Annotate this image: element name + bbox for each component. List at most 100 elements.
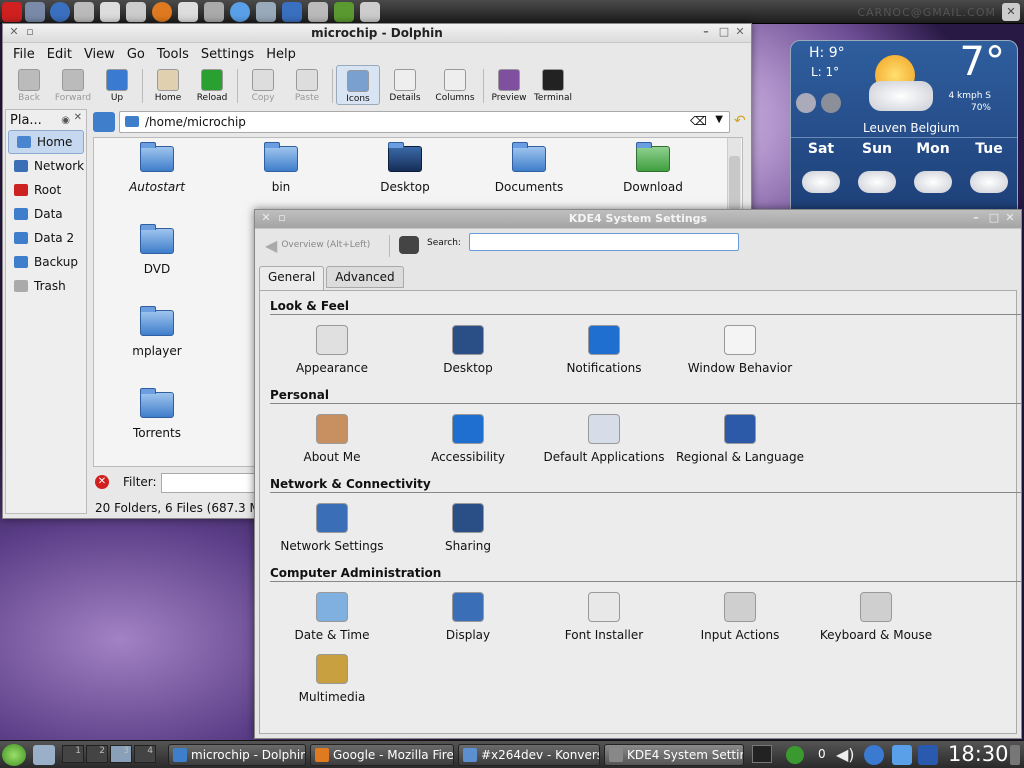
folder-item[interactable]: mplayer bbox=[102, 306, 212, 358]
kde-icon[interactable] bbox=[282, 2, 302, 22]
tools-icon[interactable]: ✕ bbox=[259, 211, 273, 225]
close-filter-icon[interactable]: ✕ bbox=[95, 475, 109, 489]
reload-button[interactable]: Reload bbox=[190, 65, 234, 103]
konsole-icon[interactable] bbox=[752, 745, 772, 763]
minimize-icon[interactable]: – bbox=[699, 25, 713, 39]
float-icon[interactable]: ◉ bbox=[61, 115, 70, 126]
task-button[interactable]: KDE4 System Settin bbox=[604, 744, 744, 766]
undo-icon[interactable]: ↶ bbox=[734, 113, 746, 129]
settings-sharing[interactable]: Sharing bbox=[400, 503, 536, 553]
settings-font-installer[interactable]: Font Installer bbox=[536, 592, 672, 642]
desktop-2[interactable]: 2 bbox=[86, 745, 108, 763]
kde-icon[interactable] bbox=[918, 745, 938, 765]
settings-display[interactable]: Display bbox=[400, 592, 536, 642]
settings-network-settings[interactable]: Network Settings bbox=[264, 503, 400, 553]
desktop-1[interactable]: 1 bbox=[62, 745, 84, 763]
folder-item[interactable]: bin bbox=[226, 142, 336, 194]
back-button[interactable]: Back bbox=[7, 65, 51, 103]
maximize-icon[interactable]: □ bbox=[717, 25, 731, 39]
place-network[interactable]: Network bbox=[6, 154, 86, 178]
menu-file[interactable]: File bbox=[13, 47, 35, 62]
power-icon[interactable] bbox=[2, 2, 22, 22]
megaphone-icon[interactable] bbox=[204, 2, 224, 22]
folder-item[interactable]: Desktop bbox=[350, 142, 460, 194]
kmenu-icon[interactable] bbox=[2, 744, 26, 766]
location-bar[interactable]: /home/microchip ⌫ ▼ bbox=[119, 111, 730, 133]
menu-view[interactable]: View bbox=[84, 47, 115, 62]
dolphin-titlebar[interactable]: microchip - Dolphin ✕ ▫ – □ ✕ bbox=[3, 24, 751, 43]
settings-regional-language[interactable]: Regional & Language bbox=[672, 414, 808, 464]
task-button[interactable]: Google - Mozilla Fire bbox=[310, 744, 454, 766]
menu-go[interactable]: Go bbox=[127, 47, 145, 62]
trash-icon[interactable] bbox=[360, 2, 380, 22]
home-icon[interactable] bbox=[93, 112, 115, 132]
menu-help[interactable]: Help bbox=[266, 47, 296, 62]
klipper-icon[interactable] bbox=[892, 745, 912, 765]
close-icon[interactable]: ✕ bbox=[74, 112, 82, 123]
desktop-3[interactable]: 3 bbox=[110, 745, 132, 763]
folder-item[interactable]: Autostart bbox=[102, 142, 212, 194]
task-button[interactable]: #x264dev - Konverse bbox=[458, 744, 600, 766]
preview-button[interactable]: Preview bbox=[487, 65, 531, 103]
settings-window-behavior[interactable]: Window Behavior bbox=[672, 325, 808, 375]
folder-item[interactable]: Torrents bbox=[102, 388, 212, 440]
sticky-icon[interactable]: ▫ bbox=[23, 25, 37, 39]
search-input[interactable] bbox=[469, 233, 739, 251]
wrench-icon[interactable] bbox=[308, 2, 328, 22]
tab-general[interactable]: General bbox=[259, 266, 325, 290]
close-icon[interactable]: ✕ bbox=[1002, 3, 1020, 21]
place-trash[interactable]: Trash bbox=[6, 274, 86, 298]
place-home[interactable]: Home bbox=[8, 130, 84, 154]
volume-icon[interactable]: ◀) bbox=[836, 745, 855, 764]
folder-item[interactable]: Documents bbox=[474, 142, 584, 194]
tray-app-icon[interactable] bbox=[786, 746, 804, 764]
scrollbar-thumb[interactable] bbox=[729, 156, 740, 210]
settings-desktop[interactable]: Desktop bbox=[400, 325, 536, 375]
mail-icon[interactable] bbox=[178, 2, 198, 22]
minimize-icon[interactable]: – bbox=[969, 211, 983, 225]
settings-appearance[interactable]: Appearance bbox=[264, 325, 400, 375]
drive-icon[interactable] bbox=[25, 2, 45, 22]
home-button[interactable]: Home bbox=[146, 65, 190, 103]
menu-tools[interactable]: Tools bbox=[157, 47, 189, 62]
panel-toolbox[interactable] bbox=[1010, 745, 1020, 765]
filter-input[interactable] bbox=[161, 473, 261, 493]
columns-button[interactable]: Columns bbox=[430, 65, 480, 103]
folder-item[interactable]: Download bbox=[598, 142, 708, 194]
network-icon[interactable] bbox=[864, 745, 884, 765]
folder-item[interactable]: DVD bbox=[102, 224, 212, 276]
copy-button[interactable]: Copy bbox=[241, 65, 285, 103]
up-button[interactable]: Up bbox=[95, 65, 139, 103]
window-menu-icon[interactable]: ✕ bbox=[7, 25, 21, 39]
clear-icon[interactable]: ⌫ bbox=[690, 114, 707, 128]
browser-icon[interactable] bbox=[50, 2, 70, 22]
place-data-2[interactable]: Data 2 bbox=[6, 226, 86, 250]
settings-input-actions[interactable]: Input Actions bbox=[672, 592, 808, 642]
tab-advanced[interactable]: Advanced bbox=[326, 266, 404, 288]
paste-button[interactable]: Paste bbox=[285, 65, 329, 103]
overview-button[interactable]: ◀ Overview (Alt+Left) bbox=[265, 234, 370, 256]
place-data[interactable]: Data bbox=[6, 202, 86, 226]
firefox-icon[interactable] bbox=[152, 2, 172, 22]
settings-date-time[interactable]: Date & Time bbox=[264, 592, 400, 642]
globe-icon[interactable] bbox=[256, 2, 276, 22]
settings-about-me[interactable]: About Me bbox=[264, 414, 400, 464]
forward-button[interactable]: Forward bbox=[51, 65, 95, 103]
icons-button[interactable]: Icons bbox=[336, 65, 380, 105]
tool-icon[interactable] bbox=[74, 2, 94, 22]
settings-default-applications[interactable]: Default Applications bbox=[536, 414, 672, 464]
settings-multimedia[interactable]: Multimedia bbox=[264, 654, 400, 704]
nvidia-icon[interactable] bbox=[334, 2, 354, 22]
task-button[interactable]: microchip - Dolphin bbox=[168, 744, 306, 766]
settings-notifications[interactable]: Notifications bbox=[536, 325, 672, 375]
media-icon[interactable] bbox=[100, 2, 120, 22]
menu-settings[interactable]: Settings bbox=[201, 47, 254, 62]
chevron-down-icon[interactable]: ▼ bbox=[715, 114, 723, 125]
settings-accessibility[interactable]: Accessibility bbox=[400, 414, 536, 464]
chat-icon[interactable] bbox=[230, 2, 250, 22]
close-icon[interactable]: ✕ bbox=[1003, 211, 1017, 225]
place-backup[interactable]: Backup bbox=[6, 250, 86, 274]
globe-icon[interactable] bbox=[821, 93, 841, 113]
maximize-icon[interactable]: □ bbox=[987, 211, 1001, 225]
details-button[interactable]: Details bbox=[380, 65, 430, 103]
